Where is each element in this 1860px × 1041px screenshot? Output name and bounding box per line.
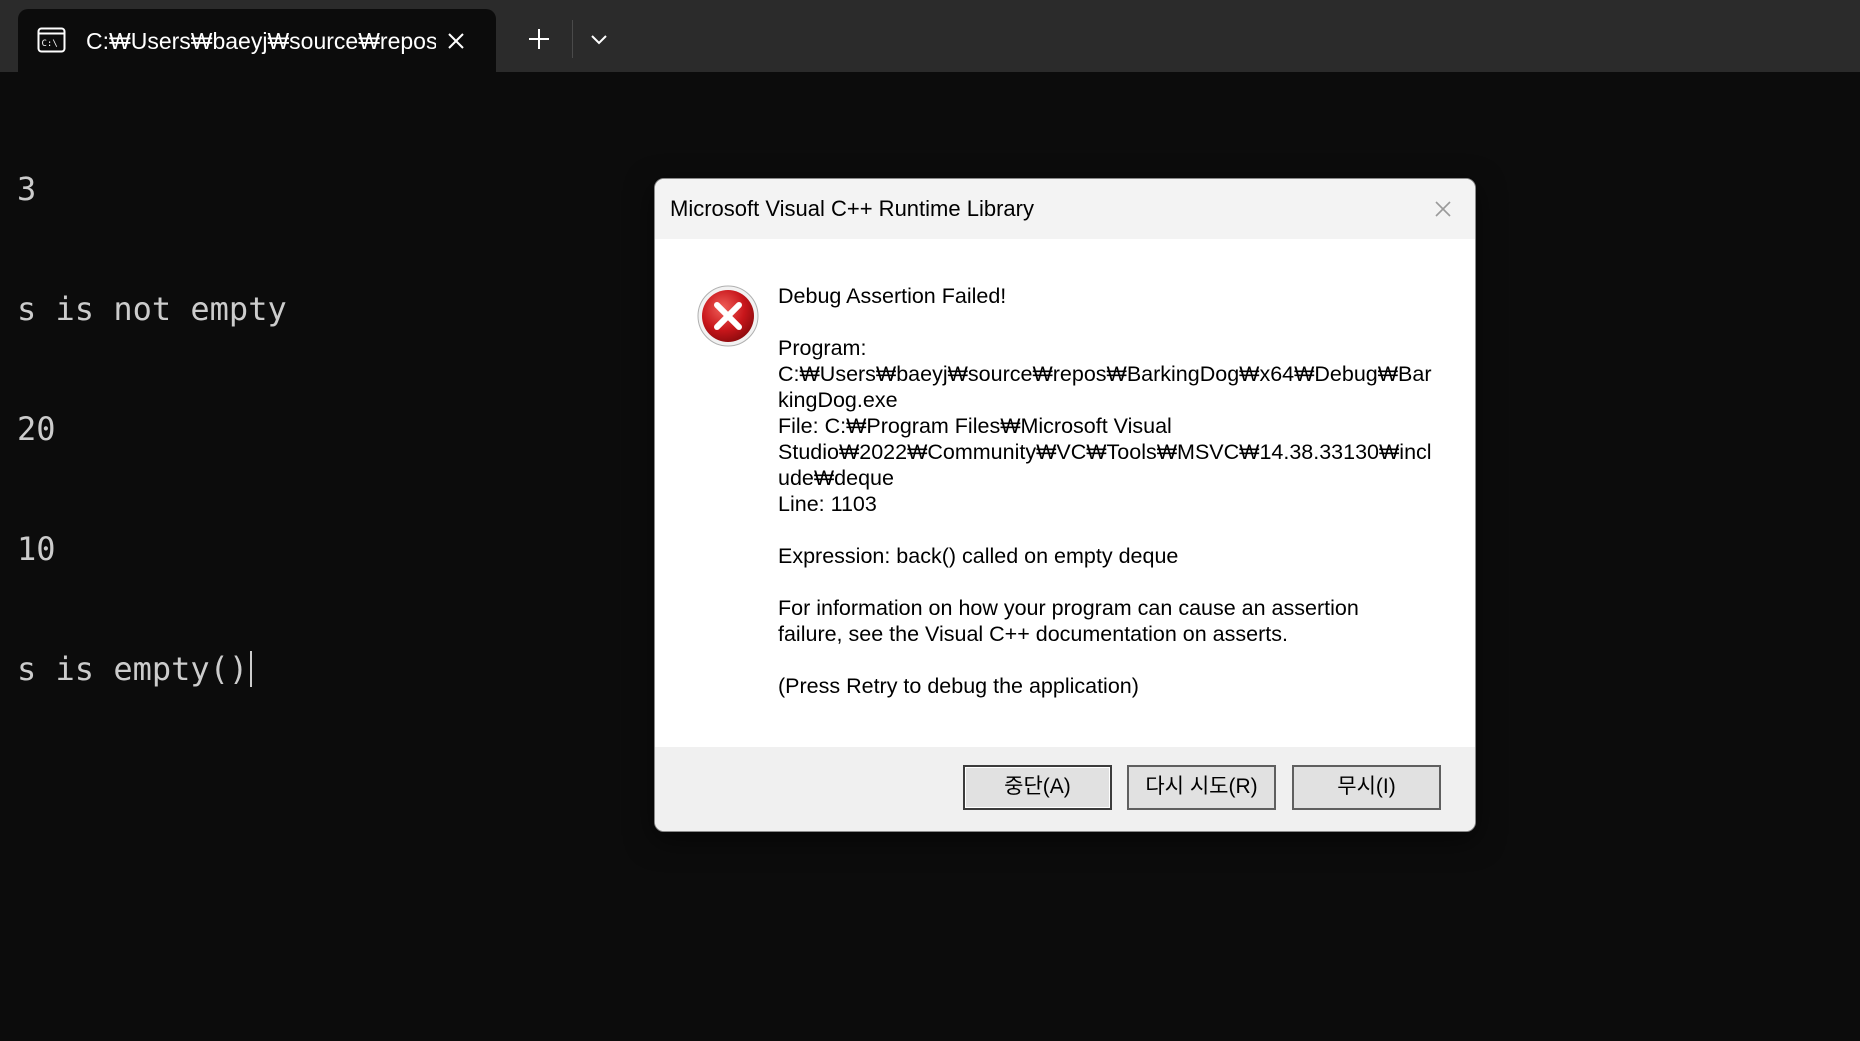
retry-hint: (Press Retry to debug the application): [778, 674, 1139, 698]
text-cursor: [250, 651, 253, 687]
tab-separator: [572, 20, 573, 58]
program-path-line: kingDog.exe: [778, 388, 898, 412]
dialog-button-bar: 중단(A) 다시 시도(R) 무시(I): [655, 747, 1475, 831]
terminal-titlebar: C:\ C:₩Users₩baeyj₩source₩repos₩BarkingD…: [0, 0, 1860, 72]
chevron-down-icon[interactable]: [582, 20, 616, 58]
assertion-dialog: Microsoft Visual C++ Runtime Library Deb…: [654, 178, 1476, 832]
assertion-message: Debug Assertion Failed! Program: C:₩User…: [778, 283, 1438, 699]
info-text-line: failure, see the Visual C++ documentatio…: [778, 622, 1288, 646]
assertion-heading: Debug Assertion Failed!: [778, 284, 1007, 308]
file-path-line: ude₩deque: [778, 466, 894, 490]
console-line: 10: [17, 530, 56, 568]
terminal-icon: C:\: [37, 27, 66, 53]
console-output: 3 s is not empty 20 10 s is empty(): [17, 89, 287, 729]
retry-button[interactable]: 다시 시도(R): [1127, 765, 1276, 810]
dialog-titlebar: Microsoft Visual C++ Runtime Library: [655, 179, 1475, 239]
program-label: Program:: [778, 336, 867, 360]
close-icon[interactable]: [1429, 195, 1457, 223]
close-tab-icon[interactable]: [442, 27, 470, 55]
ignore-button[interactable]: 무시(I): [1292, 765, 1441, 810]
new-tab-plus-icon[interactable]: [520, 20, 558, 58]
error-icon: [697, 285, 759, 347]
file-path-line: Studio₩2022₩Community₩VC₩Tools₩MSVC₩14.3…: [778, 440, 1432, 464]
dialog-title: Microsoft Visual C++ Runtime Library: [670, 196, 1034, 221]
program-path-line: C:₩Users₩baeyj₩source₩repos₩BarkingDog₩x…: [778, 362, 1432, 386]
console-line: 3: [17, 170, 37, 208]
console-line: s is empty(): [17, 650, 249, 688]
info-text-line: For information on how your program can …: [778, 596, 1359, 620]
console-line-last: s is empty(): [17, 649, 287, 689]
tab-title: C:₩Users₩baeyj₩source₩repos₩BarkingDog₩x…: [86, 28, 436, 54]
terminal-tab[interactable]: C:\ C:₩Users₩baeyj₩source₩repos₩BarkingD…: [18, 9, 496, 72]
console-line: s is not empty: [17, 290, 287, 328]
abort-button[interactable]: 중단(A): [963, 765, 1112, 810]
console-line: 20: [17, 410, 56, 448]
expression-text: Expression: back() called on empty deque: [778, 544, 1179, 568]
svg-text:C:\: C:\: [42, 39, 58, 49]
file-path-line: File: C:₩Program Files₩Microsoft Visual: [778, 414, 1172, 438]
line-info: Line: 1103: [778, 492, 877, 516]
